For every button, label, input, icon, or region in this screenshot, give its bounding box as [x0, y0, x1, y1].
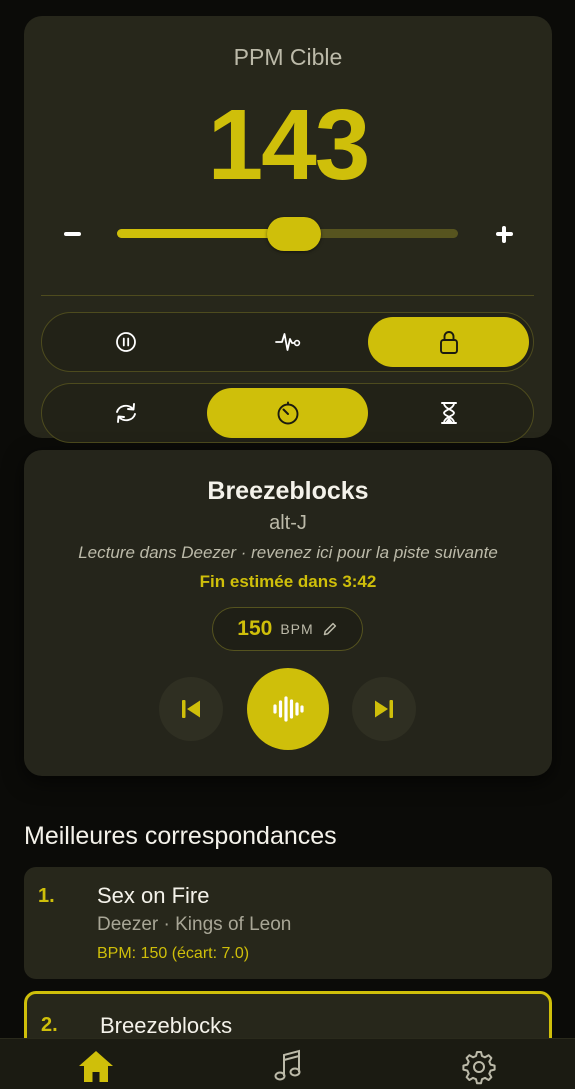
sync-mode-button[interactable] [45, 388, 206, 438]
skip-previous-icon [182, 700, 200, 718]
match-bpm-info: BPM: 150 (écart: 7.0) [97, 945, 250, 962]
timer-mode-button[interactable] [207, 388, 368, 438]
pencil-icon [323, 622, 336, 636]
bottom-tab-bar [0, 1038, 575, 1089]
skip-next-icon [375, 700, 393, 718]
track-title: Breezeblocks [207, 477, 369, 505]
playback-hint: Lecture dans Deezer · revenez ici pour l… [78, 543, 498, 562]
source-segmented-control [41, 383, 534, 443]
music-note-icon [274, 1049, 301, 1081]
pause-mode-button[interactable] [45, 317, 206, 367]
bpm-slider[interactable] [117, 217, 458, 251]
match-subtitle: Deezer · Kings of Leon [97, 914, 292, 935]
increase-bpm-button[interactable] [486, 216, 522, 252]
track-bpm-edit-button[interactable]: 150 BPM [212, 607, 363, 651]
track-bpm-unit: BPM [280, 621, 314, 637]
best-matches-heading: Meilleures correspondances [24, 822, 337, 850]
heartbeat-mode-button[interactable] [207, 317, 368, 367]
track-bpm-value: 150 [237, 617, 273, 640]
bpm-slider-thumb[interactable] [267, 217, 322, 251]
match-rank: 1. [38, 885, 55, 907]
lock-mode-button[interactable] [368, 317, 529, 367]
match-title: Breezeblocks [100, 1013, 233, 1038]
divider [41, 295, 534, 296]
hourglass-mode-button[interactable] [368, 388, 529, 438]
next-track-button[interactable] [352, 677, 416, 741]
tab-home[interactable] [76, 1049, 116, 1089]
mode-segmented-control [41, 312, 534, 372]
now-playing-card: Breezeblocks alt-J Lecture dans Deezer ·… [24, 450, 552, 776]
heartbeat-icon [274, 333, 300, 351]
plus-icon-vertical [502, 225, 506, 243]
tab-music[interactable] [268, 1049, 308, 1089]
target-bpm-value: 143 [207, 89, 371, 201]
waveform-icon [273, 696, 304, 722]
timer-icon [277, 401, 298, 425]
gear-icon [462, 1051, 496, 1085]
home-icon [79, 1051, 113, 1082]
match-item[interactable]: 1. Sex on Fire Deezer · Kings of Leon BP… [24, 867, 552, 979]
tab-settings[interactable] [459, 1049, 499, 1089]
hourglass-icon [440, 402, 457, 424]
lock-icon [439, 331, 458, 354]
track-artist: alt-J [269, 512, 307, 534]
play-waveform-button[interactable] [247, 668, 329, 750]
pause-circle-icon [115, 332, 136, 352]
sync-icon [115, 403, 136, 423]
estimated-end: Fin estimée dans 3:42 [199, 572, 377, 591]
decrease-bpm-button[interactable] [54, 216, 90, 252]
bpm-slider-row [54, 216, 522, 252]
target-bpm-label: PPM Cible [233, 44, 343, 70]
match-rank: 2. [41, 1014, 58, 1036]
tempo-card: PPM Cible 143 [24, 16, 552, 443]
previous-track-button[interactable] [159, 677, 223, 741]
minus-icon [63, 232, 81, 236]
match-title: Sex on Fire [97, 883, 210, 908]
